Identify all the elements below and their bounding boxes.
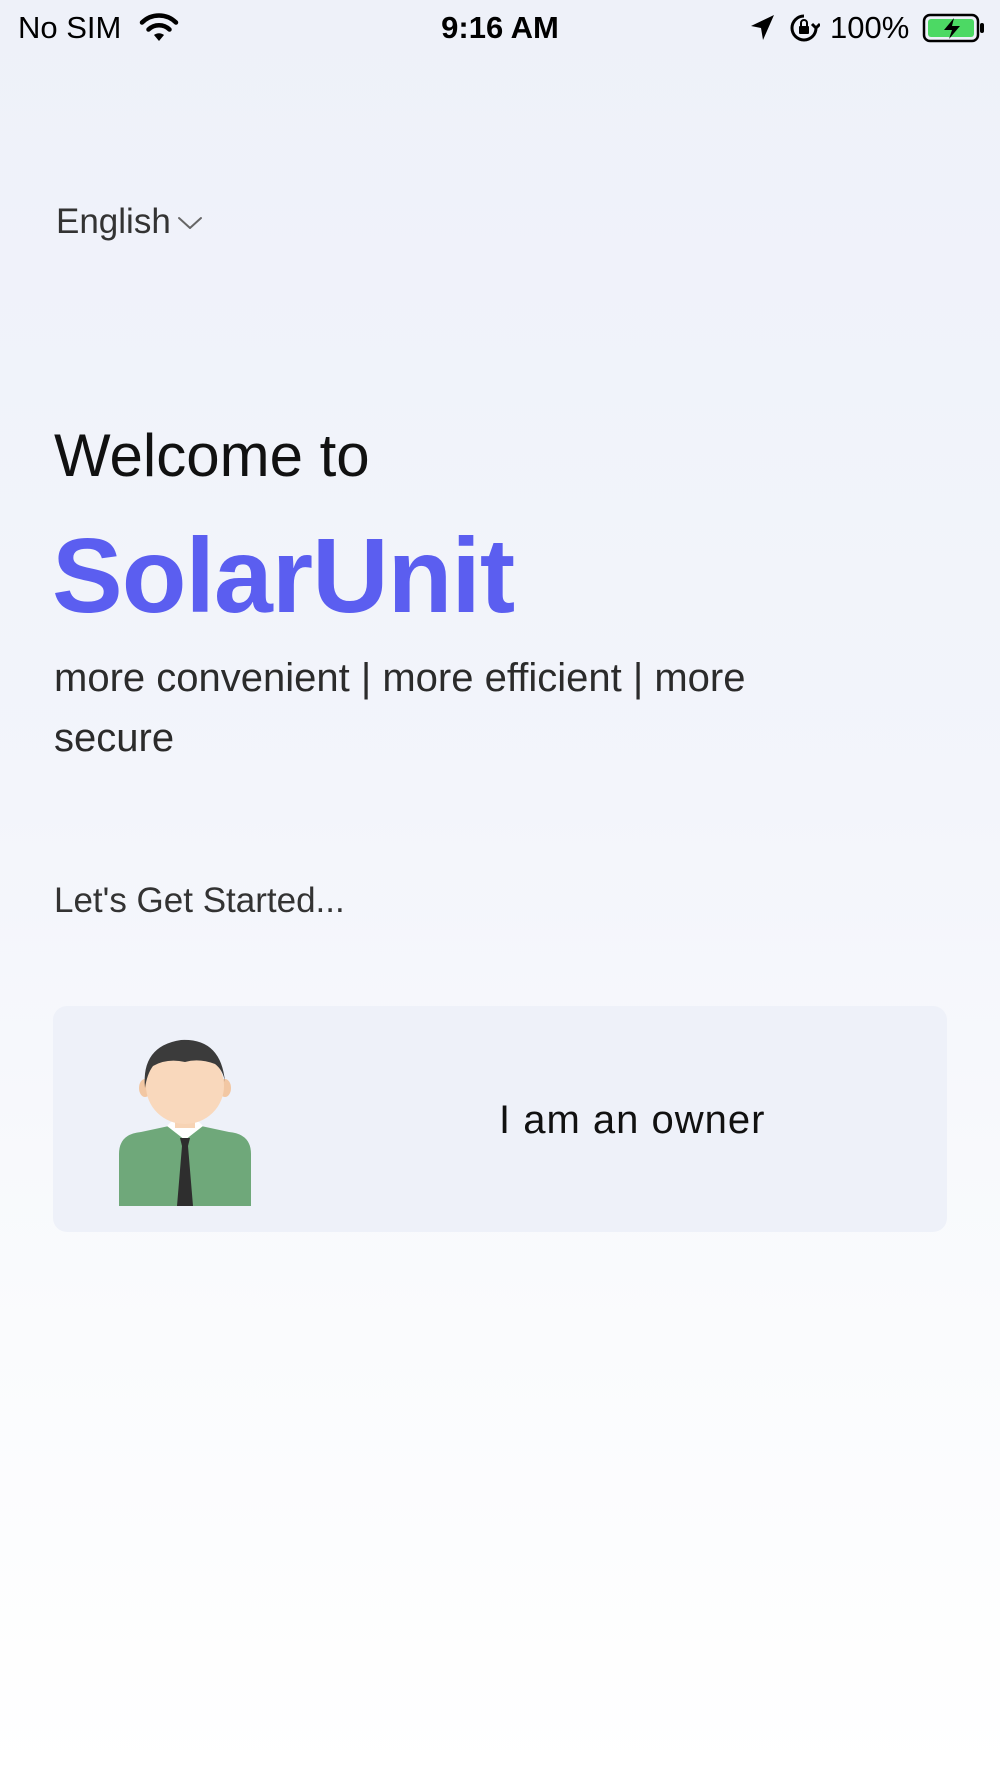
orientation-lock-icon: [790, 14, 820, 42]
location-arrow-icon: [751, 15, 774, 40]
owner-avatar-icon: [119, 1039, 251, 1206]
battery-percentage: 100%: [830, 10, 910, 45]
chevron-down-icon: [177, 217, 202, 229]
brand-title: SolarUnit: [52, 517, 515, 635]
language-label: English: [56, 202, 171, 241]
battery-charging-icon: [922, 13, 984, 43]
language-selector[interactable]: English: [56, 196, 203, 248]
welcome-heading: Welcome to: [54, 422, 370, 489]
status-bar: No SIM 9:16 AM 100%: [0, 0, 1000, 56]
owner-role-card[interactable]: I am an owner: [53, 1006, 947, 1232]
tagline: more convenient | more efficient | more …: [54, 656, 746, 760]
get-started-label: Let's Get Started...: [54, 881, 345, 920]
owner-role-label: I am an owner: [499, 1098, 766, 1142]
